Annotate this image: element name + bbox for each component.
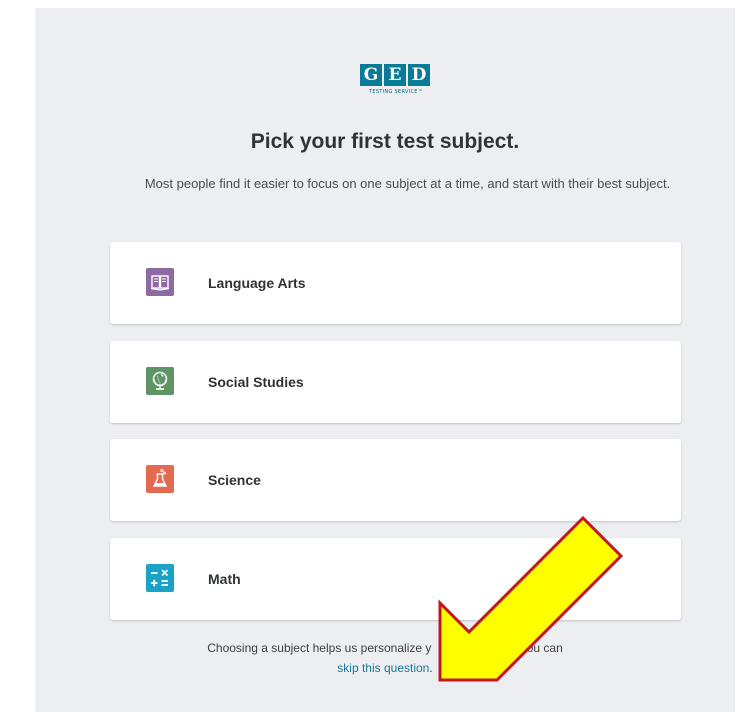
footer-note: Choosing a subject helps us personalize … [150, 638, 620, 678]
book-icon [146, 268, 174, 296]
subject-label: Social Studies [208, 374, 304, 390]
subject-card-math[interactable]: Math [110, 538, 681, 620]
page-title: Pick your first test subject. [250, 130, 520, 153]
footer-period: . [429, 661, 433, 675]
skip-question-link[interactable]: skip this question [337, 661, 429, 675]
math-operators-icon [146, 564, 174, 592]
subject-label: Science [208, 472, 261, 488]
page-subtitle: Most people find it easier to focus on o… [144, 176, 671, 191]
ged-logo: G E D TESTING SERVICE™ [360, 64, 436, 104]
footer-text-end: e, but you can [487, 641, 563, 655]
flask-icon [146, 465, 174, 493]
globe-icon [146, 367, 174, 395]
subject-card-language-arts[interactable]: Language Arts [110, 242, 681, 324]
logo-letter-d: D [408, 64, 430, 86]
subject-card-science[interactable]: Science [110, 439, 681, 521]
logo-letter-g: G [360, 64, 382, 86]
footer-text: Choosing a subject helps us personalize … [207, 641, 432, 655]
subject-card-social-studies[interactable]: Social Studies [110, 341, 681, 423]
page: G E D TESTING SERVICE™ Pick your first t… [0, 0, 742, 712]
logo-subtitle: TESTING SERVICE™ [369, 89, 423, 95]
subject-label: Language Arts [208, 275, 306, 291]
subject-label: Math [208, 571, 241, 587]
logo-letter-e: E [384, 64, 406, 86]
